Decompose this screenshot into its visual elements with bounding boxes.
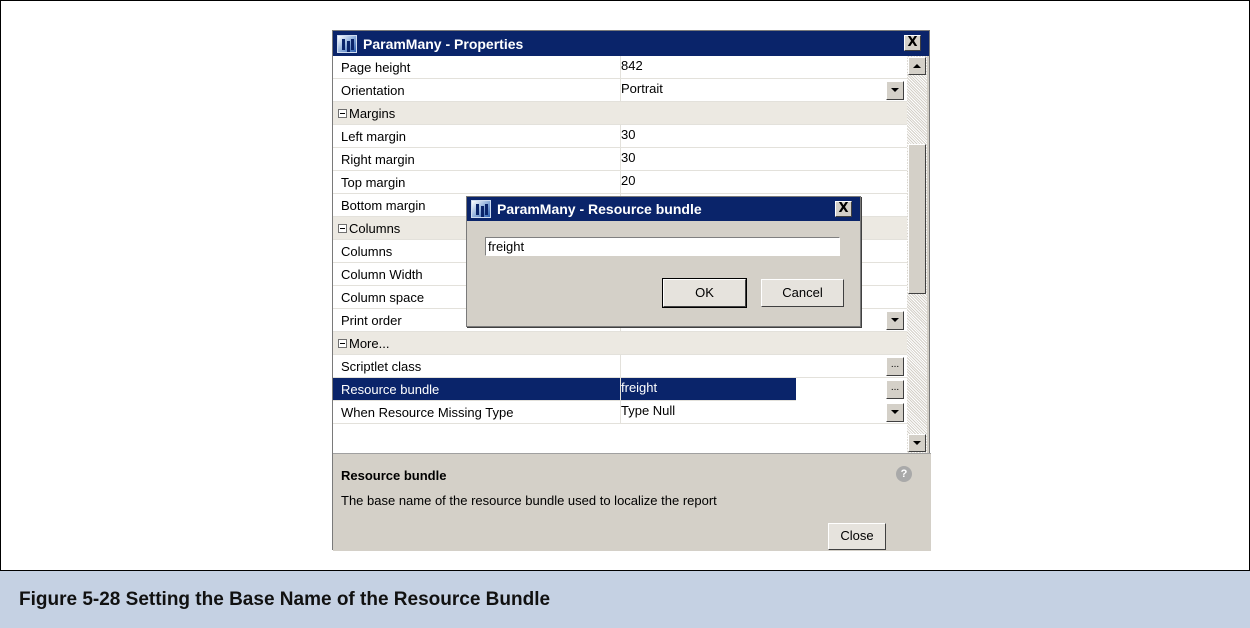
property-name: Scriptlet class bbox=[341, 359, 422, 374]
property-name: Columns bbox=[341, 244, 393, 259]
scroll-down-icon[interactable] bbox=[908, 434, 926, 452]
dropdown-arrow-icon[interactable] bbox=[886, 403, 904, 422]
property-value[interactable]: Portrait bbox=[621, 81, 663, 96]
close-button[interactable]: Close bbox=[828, 523, 886, 550]
property-row[interactable]: Page height 842 bbox=[333, 56, 907, 79]
property-row[interactable]: Top margin 20 bbox=[333, 171, 907, 194]
description-panel: Resource bundle ? The base name of the r… bbox=[333, 453, 931, 551]
category-name: Margins bbox=[349, 106, 396, 121]
property-row[interactable]: When Resource Missing Type Type Null bbox=[333, 401, 907, 424]
property-value[interactable]: 30 bbox=[621, 127, 635, 142]
property-row[interactable]: Orientation Portrait bbox=[333, 79, 907, 102]
dialog-close-icon[interactable]: X bbox=[835, 201, 852, 217]
category-name: Columns bbox=[349, 221, 401, 236]
property-name: When Resource Missing Type bbox=[341, 405, 514, 420]
dropdown-arrow-icon[interactable] bbox=[886, 81, 904, 100]
collapse-icon[interactable] bbox=[338, 109, 347, 118]
property-value[interactable]: Type Null bbox=[621, 403, 675, 418]
scroll-up-icon[interactable] bbox=[908, 57, 926, 75]
property-name: Orientation bbox=[341, 83, 405, 98]
category-label: Columns bbox=[338, 221, 400, 236]
window-title: ParamMany - Properties bbox=[363, 35, 524, 52]
properties-titlebar[interactable]: ParamMany - Properties bbox=[333, 31, 929, 56]
property-row[interactable]: Resource bundle freight... bbox=[333, 378, 907, 401]
property-value[interactable]: 30 bbox=[621, 150, 635, 165]
category-label: More... bbox=[338, 336, 389, 351]
description-title: Resource bundle bbox=[341, 468, 447, 483]
dialog-titlebar[interactable]: ParamMany - Resource bundle bbox=[467, 197, 860, 221]
property-name: Right margin bbox=[341, 152, 415, 167]
ellipsis-button[interactable]: ... bbox=[886, 380, 904, 399]
ok-button[interactable]: OK bbox=[662, 278, 747, 308]
figure-caption: Figure 5-28 Setting the Base Name of the… bbox=[0, 570, 1250, 628]
property-name: Left margin bbox=[341, 129, 407, 144]
ellipsis-button[interactable]: ... bbox=[886, 357, 904, 376]
resource-bundle-input[interactable]: freight bbox=[485, 237, 840, 256]
property-name: Column Width bbox=[341, 267, 423, 282]
property-name: Column space bbox=[341, 290, 425, 305]
property-name: Bottom margin bbox=[341, 198, 426, 213]
property-value[interactable]: 20 bbox=[621, 173, 635, 188]
description-text: The base name of the resource bundle use… bbox=[341, 493, 717, 508]
cancel-button[interactable]: Cancel bbox=[761, 279, 844, 307]
property-name: Top margin bbox=[341, 175, 406, 190]
help-icon[interactable]: ? bbox=[896, 466, 912, 482]
property-name: Page height bbox=[341, 60, 411, 75]
app-icon bbox=[471, 200, 491, 218]
dialog-title: ParamMany - Resource bundle bbox=[497, 201, 702, 217]
property-row[interactable]: Scriptlet class... bbox=[333, 355, 907, 378]
category-name: More... bbox=[349, 336, 390, 351]
vertical-scrollbar[interactable] bbox=[907, 56, 927, 453]
dropdown-arrow-icon[interactable] bbox=[886, 311, 904, 330]
collapse-icon[interactable] bbox=[338, 339, 347, 348]
collapse-icon[interactable] bbox=[338, 224, 347, 233]
property-row[interactable]: Right margin 30 bbox=[333, 148, 907, 171]
property-name: Print order bbox=[341, 313, 402, 328]
category-row[interactable]: More... bbox=[333, 332, 907, 355]
scroll-thumb[interactable] bbox=[908, 144, 926, 294]
resource-bundle-dialog: ParamMany - Resource bundle X freight OK… bbox=[466, 196, 861, 327]
column-divider bbox=[620, 355, 621, 378]
property-value[interactable]: 842 bbox=[621, 58, 643, 73]
category-label: Margins bbox=[338, 106, 395, 121]
category-row[interactable]: Margins bbox=[333, 102, 907, 125]
property-name: Resource bundle bbox=[341, 382, 440, 397]
app-icon bbox=[337, 34, 357, 53]
property-row[interactable]: Left margin 30 bbox=[333, 125, 907, 148]
property-value[interactable]: freight bbox=[621, 380, 657, 395]
close-icon[interactable]: X bbox=[904, 35, 921, 51]
